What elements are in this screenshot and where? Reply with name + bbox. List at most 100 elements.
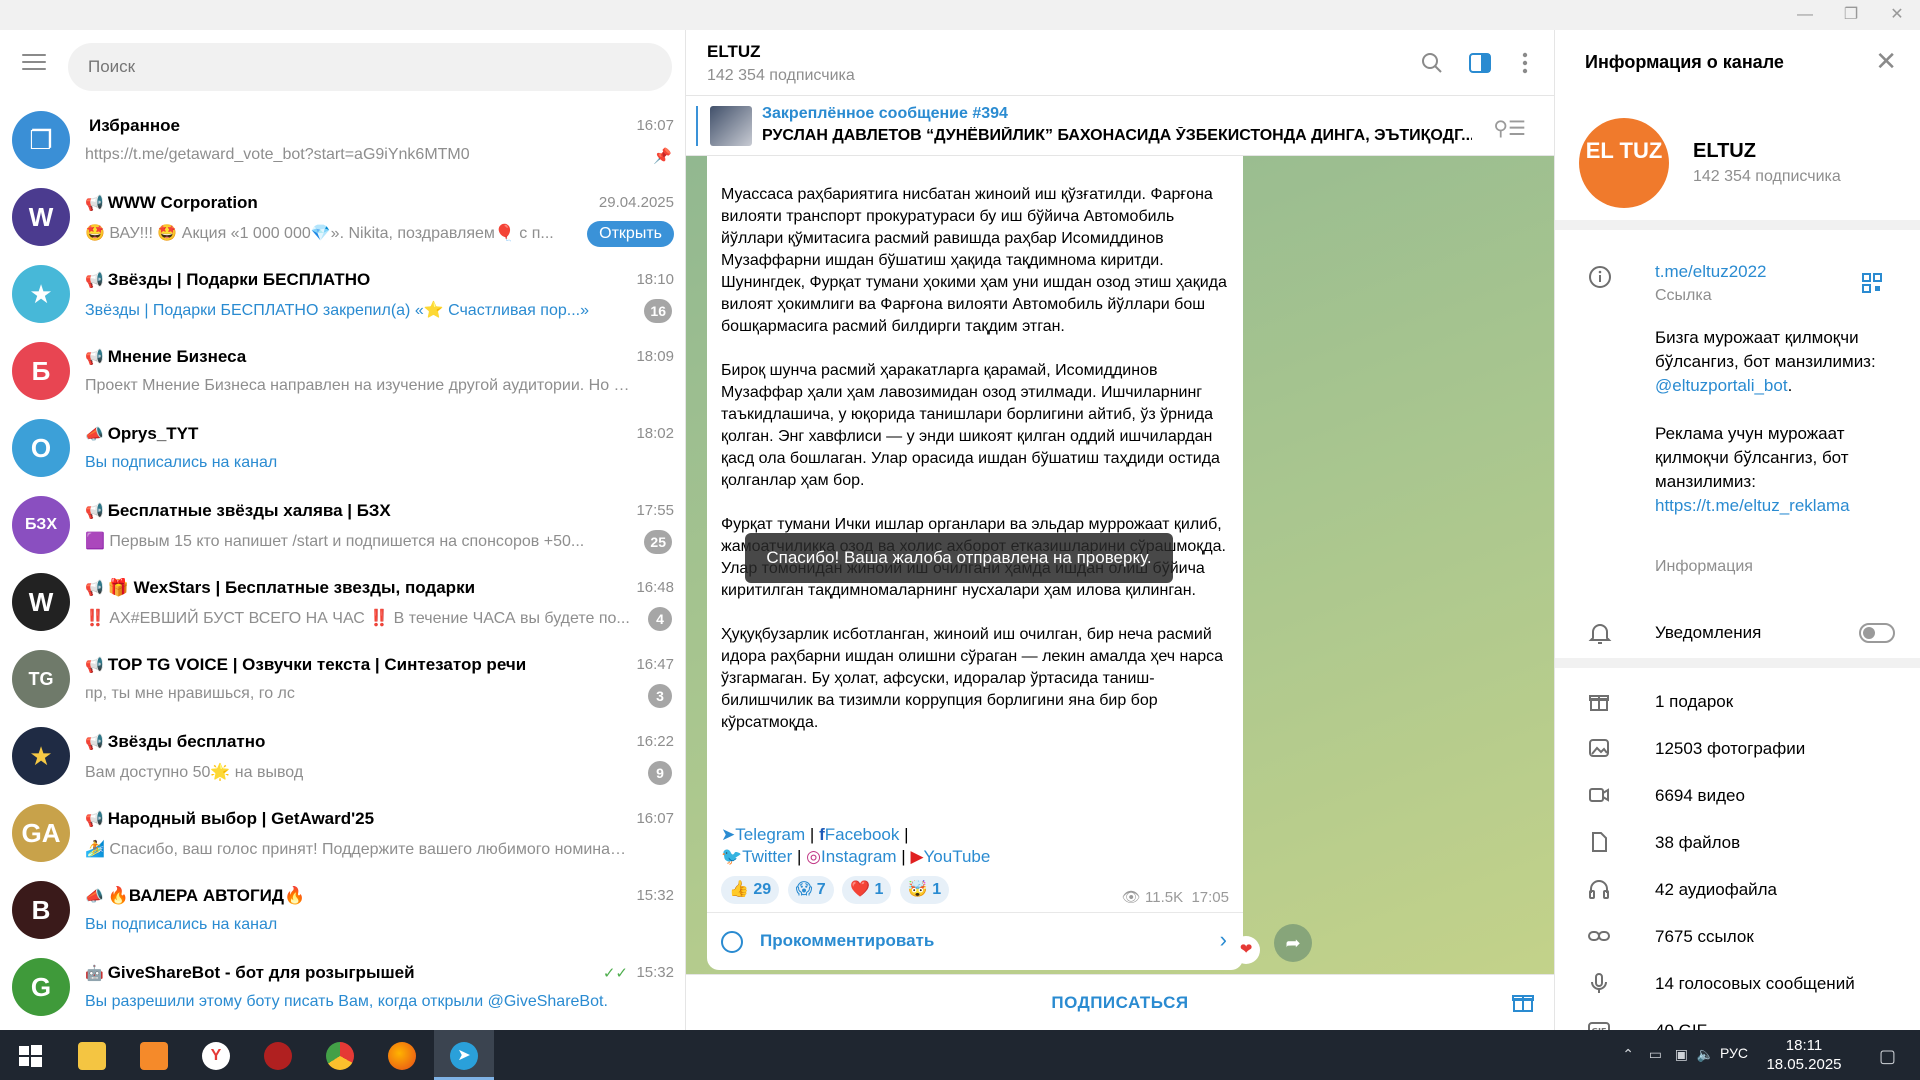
chat-preview: Проект Мнение Бизнеса направлен на изуче… bbox=[85, 377, 630, 394]
taskbar-telegram[interactable]: ➤ bbox=[434, 1030, 494, 1080]
channel-profile: EL TUZ ELTUZ 142 354 подписчика bbox=[1555, 96, 1920, 230]
more-options-icon[interactable] bbox=[1512, 50, 1538, 76]
windows-logo-icon bbox=[19, 1045, 42, 1067]
reaction-button[interactable]: 👍 29 bbox=[721, 876, 780, 904]
chat-item[interactable]: Б 📢 Мнение Бизнеса 18:09 Проект Мнение Бизне… bbox=[0, 333, 685, 410]
notifications-toggle[interactable] bbox=[1859, 623, 1895, 643]
message-meta: 👁 11.5K 17:05 bbox=[1121, 889, 1229, 906]
network-icon[interactable]: ▣ bbox=[1675, 1046, 1688, 1063]
twitter-link[interactable]: Twitter bbox=[742, 847, 792, 866]
chat-item[interactable]: W 📢 WWW Corporation 29.04.2025 🤩 ВАУ!!! 🤩 Ак… bbox=[0, 179, 685, 256]
youtube-icon: ▶ bbox=[910, 847, 924, 866]
sidebar-toggle-icon[interactable] bbox=[1467, 50, 1493, 76]
channel-link[interactable]: t.me/eltuz2022 bbox=[1655, 262, 1767, 282]
stat-videos[interactable]: 6694 видео bbox=[1555, 772, 1920, 819]
share-button[interactable]: ➦ bbox=[1274, 924, 1312, 962]
taskbar-chrome[interactable] bbox=[310, 1030, 370, 1080]
taskbar-yandex-browser[interactable]: Y bbox=[186, 1030, 246, 1080]
unread-badge: 25 bbox=[644, 530, 672, 554]
chat-item[interactable]: ★ 📢 Звёзды бесплатно 16:22 Вам доступно 50🌟 … bbox=[0, 718, 685, 795]
close-window-button[interactable]: ✕ bbox=[1874, 0, 1920, 30]
restore-button[interactable]: ❐ bbox=[1828, 0, 1874, 30]
views-icon: 👁 bbox=[1121, 889, 1141, 906]
chat-name: 📢 Бесплатные звёзды халява | БЗХ bbox=[85, 501, 391, 520]
message-paragraph: Бироқ шунча расмий ҳаракатларга қарамай,… bbox=[721, 362, 1220, 489]
chat-time: 17:55 bbox=[636, 502, 674, 519]
facebook-link[interactable]: Facebook bbox=[825, 825, 900, 844]
taskbar-firefox[interactable] bbox=[372, 1030, 432, 1080]
qr-code-icon[interactable] bbox=[1861, 272, 1883, 294]
device-icon[interactable]: ▭ bbox=[1649, 1046, 1662, 1063]
open-button[interactable]: Открыть bbox=[587, 221, 674, 247]
stat-links[interactable]: 7675 ссылок bbox=[1555, 913, 1920, 960]
telegram-link[interactable]: Telegram bbox=[735, 825, 805, 844]
gift-icon[interactable] bbox=[1510, 989, 1536, 1015]
chevron-up-icon[interactable]: ⌃ bbox=[1622, 1046, 1634, 1063]
chat-item[interactable]: G 🤖 GiveShareBot - бот для розыгрышей ✓✓ 15:… bbox=[0, 949, 685, 1026]
avatar: O bbox=[12, 419, 70, 477]
taskbar-file-explorer[interactable] bbox=[62, 1030, 122, 1080]
stat-audio[interactable]: 42 аудиофайла bbox=[1555, 866, 1920, 913]
pinned-thumbnail bbox=[710, 106, 752, 146]
close-icon[interactable]: ✕ bbox=[1875, 46, 1897, 77]
youtube-link[interactable]: YouTube bbox=[924, 847, 991, 866]
reaction-button[interactable]: 🤯 1 bbox=[899, 876, 950, 904]
start-button[interactable] bbox=[0, 1030, 60, 1080]
search-icon[interactable] bbox=[1419, 50, 1445, 76]
taskbar-app-red[interactable] bbox=[248, 1030, 308, 1080]
avatar: W bbox=[12, 188, 70, 246]
social-links: ➤Telegram | fFacebook | 🐦Twitter | ◎Inst… bbox=[721, 824, 1231, 868]
stat-gif[interactable]: GIF 40 GIF bbox=[1555, 1007, 1920, 1030]
chevron-right-icon: › bbox=[1219, 927, 1227, 952]
chat-item[interactable]: ❐ Избранное 16:07 https://t.me/getaward_vot… bbox=[0, 102, 685, 179]
notifications-icon[interactable]: ▢ bbox=[1879, 1046, 1896, 1067]
chat-item[interactable]: O 📣 Oprys_TYT 18:02 Вы подписались на канал bbox=[0, 410, 685, 487]
comment-button[interactable]: Прокомментировать › bbox=[707, 912, 1243, 970]
stat-voice[interactable]: 14 голосовых сообщений bbox=[1555, 960, 1920, 1007]
chat-item[interactable]: ★ 📢 Звёзды | Подарки БЕСПЛАТНО 18:10 Звёзды … bbox=[0, 256, 685, 333]
gif-icon: GIF bbox=[1588, 1022, 1610, 1030]
taskbar-app-orange[interactable] bbox=[124, 1030, 184, 1080]
bot-link[interactable]: @eltuzportali_bot bbox=[1655, 376, 1788, 395]
chat-preview: 🤩 ВАУ!!! 🤩 Акция «1 000 000💎». Nikita, п… bbox=[85, 225, 554, 242]
comment-icon bbox=[721, 931, 743, 953]
clock[interactable]: 18:11 18.05.2025 bbox=[1764, 1036, 1844, 1074]
folder-icon bbox=[78, 1042, 106, 1070]
ad-link[interactable]: https://t.me/eltuz_reklama bbox=[1655, 496, 1850, 515]
chat-item[interactable]: БЗХ 📢 Бесплатные звёзды халява | БЗХ 17:55 🟪… bbox=[0, 487, 685, 564]
stat-photos[interactable]: 12503 фотографии bbox=[1555, 725, 1920, 772]
read-check-icon: ✓✓ bbox=[602, 965, 628, 982]
chat-background: Муассаса раҳбариятига нисбатан жиноий иш… bbox=[686, 156, 1554, 974]
chat-item[interactable]: В 📣 🔥ВАЛЕРА АВТОГИД🔥 15:32 Вы подписались на… bbox=[0, 872, 685, 949]
channel-header[interactable]: ELTUZ 142 354 подписчика bbox=[686, 30, 1554, 96]
reaction-button[interactable]: 😱 7 bbox=[787, 876, 834, 904]
chat-item[interactable]: GA 📢 Народный выбор | GetAward'25 16:07 🏄 Сп… bbox=[0, 795, 685, 872]
chat-time: 18:09 bbox=[636, 348, 674, 365]
minimize-button[interactable]: — bbox=[1782, 0, 1828, 30]
chat-preview: Вы подписались на канал bbox=[85, 916, 278, 933]
subscribe-button[interactable]: ПОДПИСАТЬСЯ bbox=[686, 993, 1554, 1013]
search-input[interactable] bbox=[68, 43, 672, 91]
separator: | bbox=[901, 847, 906, 866]
chat-item[interactable]: TG 📢 TOP TG VOICE | Озвучки текста | Синте… bbox=[0, 641, 685, 718]
chat-item[interactable]: W 📢 🎁 WexStars | Бесплатные звезды, подарк… bbox=[0, 564, 685, 641]
description-label: Информация bbox=[1655, 558, 1753, 575]
pinned-text: РУСЛАН ДАВЛЕТОВ “ДУНЁВИЙЛИК” БАХОНАСИДА … bbox=[762, 127, 1472, 144]
stat-gifts[interactable]: 1 подарок bbox=[1555, 678, 1920, 725]
chat-time: 15:32 bbox=[636, 887, 674, 904]
pinned-message-bar[interactable]: Закреплённое сообщение #394 РУСЛАН ДАВЛЕ… bbox=[686, 96, 1554, 156]
stat-files[interactable]: 38 файлов bbox=[1555, 819, 1920, 866]
menu-icon[interactable] bbox=[22, 54, 46, 72]
language-indicator[interactable]: РУС bbox=[1720, 1045, 1748, 1061]
volume-icon[interactable]: 🔈 bbox=[1697, 1046, 1714, 1063]
unread-badge: 9 bbox=[648, 761, 672, 785]
info-icon bbox=[1589, 266, 1611, 288]
reaction-button[interactable]: ❤️ 1 bbox=[842, 876, 892, 904]
media-stats: 1 подарок 12503 фотографии 6694 видео 38… bbox=[1555, 678, 1920, 1030]
channel-avatar[interactable]: EL TUZ bbox=[1579, 118, 1669, 208]
instagram-link[interactable]: Instagram bbox=[821, 847, 897, 866]
pinned-indicator bbox=[696, 106, 698, 146]
pin-icon: 📌 bbox=[653, 148, 672, 165]
telegram-icon: ➤ bbox=[721, 825, 736, 844]
pin-list-icon[interactable]: ⚲☰ bbox=[1493, 116, 1526, 141]
